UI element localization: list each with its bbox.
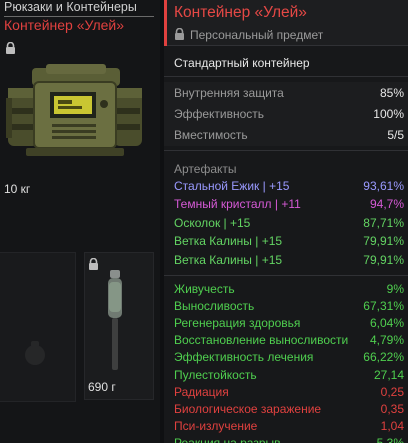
divider bbox=[164, 76, 408, 77]
effect-row: Реакция на разрыв 5,3% bbox=[174, 434, 404, 443]
pouch-image bbox=[25, 341, 45, 365]
inventory-slot[interactable] bbox=[0, 252, 76, 402]
item-title: Контейнер «Улей» bbox=[4, 17, 125, 33]
artifact-item-image[interactable] bbox=[104, 268, 126, 372]
stat-label: Внутренняя защита bbox=[174, 86, 284, 100]
artifact-row[interactable]: Ветка Калины | +15 79,91% bbox=[174, 232, 404, 250]
artifact-name: Темный кристалл | +11 bbox=[174, 197, 301, 212]
artifact-efficiency: 79,91% bbox=[363, 252, 404, 267]
effect-row: Эффективность лечения 66,22% bbox=[174, 348, 404, 366]
effect-value: 0,25 bbox=[380, 384, 404, 399]
artifact-row[interactable]: Темный кристалл | +11 94,7% bbox=[174, 195, 404, 213]
artifact-row[interactable]: Стальной Ежик | +15 93,61% bbox=[174, 177, 404, 195]
stat-capacity: Вместимость 5/5 bbox=[174, 126, 404, 144]
lock-icon bbox=[89, 258, 98, 270]
artifact-row[interactable]: Ветка Калины | +15 79,91% bbox=[174, 251, 404, 269]
artifact-name: Осколок | +15 bbox=[174, 215, 251, 230]
lock-icon bbox=[6, 42, 15, 54]
details-title: Контейнер «Улей» bbox=[174, 4, 307, 21]
effect-label: Регенерация здоровья bbox=[174, 316, 301, 331]
stat-internal-protection: Внутренняя защита 85% bbox=[174, 84, 404, 102]
artifact-efficiency: 94,7% bbox=[369, 197, 404, 212]
effect-row: Радиация 0,25 bbox=[174, 383, 404, 401]
effect-label: Эффективность лечения bbox=[174, 350, 314, 365]
slot-weight: 690 г bbox=[88, 380, 116, 394]
effect-label: Биологическое заражение bbox=[174, 401, 322, 416]
effect-label: Пулестойкость bbox=[174, 367, 257, 382]
item-weight: 10 кг bbox=[4, 182, 31, 196]
artifact-efficiency: 87,71% bbox=[363, 215, 404, 230]
hive-container-image[interactable] bbox=[6, 58, 144, 170]
effect-label: Пси-излучение bbox=[174, 418, 258, 433]
effect-value: 67,31% bbox=[363, 299, 404, 314]
effect-value: 5,3% bbox=[376, 435, 404, 443]
effect-row: Восстановление выносливости 4,79% bbox=[174, 331, 404, 349]
breadcrumb[interactable]: Рюкзаки и Контейнеры bbox=[4, 0, 154, 17]
effect-label: Радиация bbox=[174, 384, 229, 399]
artifact-efficiency: 79,91% bbox=[363, 234, 404, 249]
artifact-name: Ветка Калины | +15 bbox=[174, 252, 283, 267]
artifacts-heading: Артефакты bbox=[174, 162, 237, 176]
effect-row: Пулестойкость 27,14 bbox=[174, 366, 404, 384]
effect-value: 1,04 bbox=[380, 418, 404, 433]
effect-row: Регенерация здоровья 6,04% bbox=[174, 314, 404, 332]
effect-row: Выносливость 67,31% bbox=[174, 297, 404, 315]
effect-label: Реакция на разрыв bbox=[174, 435, 281, 443]
effect-label: Выносливость bbox=[174, 299, 255, 314]
effect-label: Живучесть bbox=[174, 282, 235, 296]
effect-value: 9% bbox=[386, 282, 404, 296]
divider bbox=[164, 275, 408, 276]
effect-row: Биологическое заражение 0,35 bbox=[174, 400, 404, 418]
stat-label: Эффективность bbox=[174, 107, 265, 121]
item-details-panel: Контейнер «Улей» Персональный предмет Ст… bbox=[164, 0, 408, 443]
lock-icon bbox=[175, 28, 184, 40]
stat-value: 100% bbox=[373, 107, 404, 121]
container-type: Стандартный контейнер bbox=[174, 56, 310, 70]
effect-value: 4,79% bbox=[369, 333, 404, 348]
effect-value: 0,35 bbox=[380, 401, 404, 416]
effect-row: Живучесть 9% bbox=[174, 280, 404, 298]
effect-label: Восстановление выносливости bbox=[174, 333, 349, 348]
effect-value: 6,04% bbox=[369, 316, 404, 331]
stat-efficiency: Эффективность 100% bbox=[174, 105, 404, 123]
effect-row: Пси-излучение 1,04 bbox=[174, 417, 404, 435]
effect-value: 27,14 bbox=[373, 367, 404, 382]
effect-value: 66,22% bbox=[363, 350, 404, 365]
divider bbox=[164, 150, 408, 151]
artifact-row[interactable]: Осколок | +15 87,71% bbox=[174, 214, 404, 232]
accent-bar bbox=[164, 0, 167, 46]
artifact-name: Ветка Калины | +15 bbox=[174, 234, 283, 249]
inventory-panel: Рюкзаки и Контейнеры Контейнер «Улей» 10… bbox=[0, 0, 160, 443]
stat-label: Вместимость bbox=[174, 128, 248, 142]
artifact-name: Стальной Ежик | +15 bbox=[174, 179, 290, 193]
personal-item-label: Персональный предмет bbox=[190, 28, 324, 42]
stat-value: 5/5 bbox=[387, 128, 404, 142]
stat-value: 85% bbox=[379, 86, 404, 100]
artifact-efficiency: 93,61% bbox=[363, 179, 404, 193]
